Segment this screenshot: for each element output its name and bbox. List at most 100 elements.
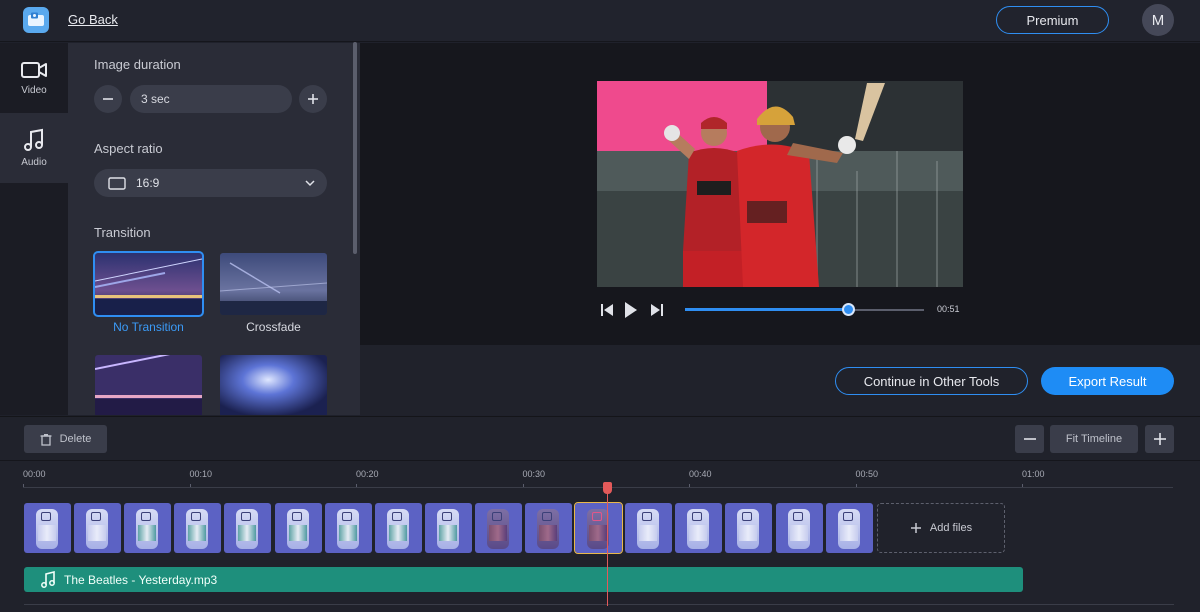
transition-crossfade-thumbnail[interactable] <box>220 253 327 315</box>
skip-back-icon[interactable] <box>600 302 614 318</box>
premium-button[interactable]: Premium <box>996 6 1109 34</box>
aspect-ratio-value: 16:9 <box>136 176 160 190</box>
skip-forward-icon[interactable] <box>650 302 664 318</box>
continue-in-other-tools-button[interactable]: Continue in Other Tools <box>835 367 1028 395</box>
clip-thumbnail-image <box>38 525 56 541</box>
music-note-icon <box>41 571 55 588</box>
timeline-clip[interactable] <box>174 503 222 553</box>
image-icon <box>692 512 703 521</box>
transition-crossfade-label[interactable]: Crossfade <box>220 320 327 334</box>
avatar[interactable]: M <box>1142 4 1174 36</box>
app-logo-icon[interactable] <box>23 7 49 33</box>
progress-knob[interactable] <box>841 303 855 316</box>
image-icon <box>141 512 152 521</box>
minus-icon <box>103 98 113 100</box>
clip-thumbnail-image <box>388 525 407 541</box>
transition-none-label[interactable]: No Transition <box>95 320 202 334</box>
timeline-clip[interactable] <box>224 503 272 553</box>
delete-label: Delete <box>59 433 92 445</box>
timeline-tick-label: 00:20 <box>356 469 379 479</box>
image-icon <box>191 512 202 521</box>
zoom-in-button[interactable] <box>1145 425 1174 453</box>
timeline-clip[interactable] <box>725 503 773 553</box>
clip-thumbnail-image <box>188 525 207 541</box>
playhead[interactable] <box>607 484 608 606</box>
timeline-clip[interactable] <box>124 503 172 553</box>
timeline-clip[interactable] <box>775 503 823 553</box>
aspect-ratio-label: Aspect ratio <box>94 141 163 156</box>
timeline-clip[interactable] <box>625 503 673 553</box>
image-icon <box>592 512 603 521</box>
clip-thumbnail-image <box>539 525 557 541</box>
add-files-button[interactable]: Add files <box>877 503 1005 553</box>
timeline-clip[interactable] <box>474 503 522 553</box>
sidebar-item-label: Audio <box>21 157 47 168</box>
transition-label: Transition <box>94 225 151 240</box>
fit-timeline-button[interactable]: Fit Timeline <box>1050 425 1138 453</box>
timeline-clip[interactable] <box>274 503 322 553</box>
ruler-baseline <box>23 487 1173 488</box>
playhead-handle[interactable] <box>603 482 612 494</box>
transition-none-thumbnail[interactable] <box>93 251 204 317</box>
cricket-players-image <box>597 81 963 287</box>
go-back-link[interactable]: Go Back <box>68 12 118 27</box>
clip-thumbnail-image <box>488 525 507 541</box>
image-icon <box>491 512 502 521</box>
timeline-clip[interactable] <box>525 503 572 553</box>
side-nav: Video Audio <box>0 43 68 415</box>
timeline-tick-label: 00:50 <box>855 469 879 479</box>
clip-thumbnail-image <box>88 525 107 541</box>
audio-track-label: The Beatles - Yesterday.mp3 <box>64 572 218 587</box>
clip-thumbnail-image <box>438 525 457 541</box>
timeline-divider <box>0 460 1200 461</box>
clip-thumbnail-image <box>739 525 758 541</box>
sidebar-item-video[interactable]: Video <box>0 43 68 113</box>
video-camera-icon <box>21 62 47 78</box>
music-note-icon <box>24 128 43 151</box>
timeline-clip[interactable] <box>675 503 723 553</box>
export-result-button[interactable]: Export Result <box>1041 367 1174 395</box>
plus-icon <box>1153 433 1166 445</box>
settings-scrollbar[interactable] <box>353 42 357 254</box>
add-files-label: Add files <box>929 522 973 534</box>
image-icon <box>542 512 552 521</box>
clip-thumbnail-image <box>839 525 858 541</box>
audio-track[interactable]: The Beatles - Yesterday.mp3 <box>24 567 1023 592</box>
bridge-fade-image <box>220 253 327 315</box>
image-icon <box>842 512 853 521</box>
delete-button[interactable]: Delete <box>24 425 107 453</box>
plus-icon <box>910 523 921 533</box>
clip-thumbnail-image <box>138 525 157 541</box>
duration-increase-button[interactable] <box>299 85 327 113</box>
image-icon <box>241 512 252 521</box>
playback-time: 00:51 <box>937 304 960 314</box>
image-icon <box>642 512 653 521</box>
chevron-down-icon <box>305 179 315 186</box>
timeline-clip[interactable] <box>424 503 472 553</box>
duration-decrease-button[interactable] <box>94 85 122 113</box>
play-icon[interactable] <box>624 301 638 319</box>
aspect-frame-icon <box>108 176 126 190</box>
timeline-clip[interactable] <box>324 503 372 553</box>
transition-thumbnail[interactable] <box>95 355 202 415</box>
track-baseline <box>24 604 1174 605</box>
clip-thumbnail-image <box>288 525 307 541</box>
transition-thumbnail[interactable] <box>220 355 327 415</box>
bridge-night-image <box>95 253 202 315</box>
timeline-clip[interactable] <box>574 502 624 554</box>
timeline-clip[interactable] <box>24 503 71 553</box>
timeline-clip[interactable] <box>74 503 122 553</box>
trash-icon <box>40 433 52 446</box>
timeline-clip[interactable] <box>374 503 422 553</box>
video-preview[interactable] <box>597 81 963 287</box>
aspect-ratio-select[interactable]: 16:9 <box>94 169 327 197</box>
top-bar: Go Back Premium M <box>0 0 1200 42</box>
zoom-out-button[interactable] <box>1015 425 1044 453</box>
timeline-clip[interactable] <box>825 503 873 553</box>
clip-thumbnail-image <box>789 525 808 541</box>
light-burst-image <box>220 355 327 415</box>
clip-thumbnail-image <box>639 525 658 541</box>
image-icon <box>391 512 402 521</box>
image-duration-field[interactable]: 3 sec <box>130 85 292 113</box>
sidebar-item-audio[interactable]: Audio <box>0 113 68 183</box>
